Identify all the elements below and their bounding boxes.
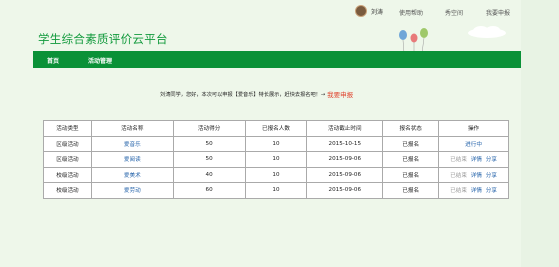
page: 刘涛 使用帮助 秀空间 我要申报 学生综合素质评价云平台 首页 活动管理 刘涛同… (0, 0, 559, 267)
share-link[interactable]: 分享 (486, 157, 497, 163)
cell-status: 已报名 (382, 135, 440, 152)
cell-operations: 进行中 (438, 135, 509, 152)
cell-status: 已报名 (382, 151, 440, 168)
activity-table: 活动类型 活动名称 活动得分 已报名人数 活动截止时间 报名状态 操作 区级活动… (43, 120, 509, 199)
cell-type: 区级活动 (43, 135, 92, 152)
cell-score: 50 (172, 151, 246, 168)
cell-operations: 已结束 详情 分享 (438, 151, 509, 168)
main-nav: 首页 活动管理 (33, 51, 521, 68)
cell-count: 10 (244, 182, 308, 199)
header-activity-type: 活动类型 (43, 120, 92, 137)
activity-name-link[interactable]: 爱阅读 (124, 157, 141, 163)
header-activity-name: 活动名称 (90, 120, 174, 137)
help-link[interactable]: 使用帮助 (399, 8, 423, 17)
cell-score: 50 (172, 135, 246, 152)
table-row: 区级活动 爱音乐 50 10 2015-10-15 已报名 进行中 (43, 135, 509, 152)
activity-name-link[interactable]: 爱音乐 (124, 142, 141, 148)
details-link[interactable]: 详情 (471, 157, 482, 163)
nav-item-activity-management[interactable]: 活动管理 (88, 56, 112, 65)
balloons-icon (399, 28, 428, 54)
ended-label: 已结束 (450, 157, 467, 164)
cell-deadline: 2015-10-15 (306, 135, 384, 152)
user-info[interactable]: 刘涛 (355, 5, 383, 17)
show-space-link[interactable]: 秀空间 (445, 8, 463, 17)
cell-status: 已报名 (382, 166, 440, 183)
cell-type: 校级活动 (43, 182, 92, 199)
header-deadline: 活动截止时间 (306, 120, 384, 137)
user-name[interactable]: 刘涛 (371, 7, 383, 16)
header-activity-score: 活动得分 (172, 120, 246, 137)
cell-score: 60 (172, 182, 246, 199)
cell-score: 40 (172, 166, 246, 183)
in-progress-link[interactable]: 进行中 (465, 142, 482, 148)
apply-now-link[interactable]: 我要申报 (327, 89, 353, 99)
details-link[interactable]: 详情 (471, 188, 482, 194)
page-title: 学生综合素质评价云平台 (38, 32, 168, 46)
cell-type: 区级活动 (43, 151, 92, 168)
header-registration-status: 报名状态 (382, 120, 440, 137)
cell-deadline: 2015-09-06 (306, 151, 384, 168)
table-row: 区级活动 爱阅读 50 10 2015-09-06 已报名 已结束 详情 分享 (43, 151, 509, 168)
table-header-row: 活动类型 活动名称 活动得分 已报名人数 活动截止时间 报名状态 操作 (43, 120, 509, 137)
cell-count: 10 (244, 135, 308, 152)
notice-text: 刘涛同学，您好，本次可以申报【爱音乐】特长展示，赶快去报名吧！→ (160, 91, 326, 98)
top-bar: 刘涛 使用帮助 秀空间 我要申报 (0, 0, 559, 22)
activity-name-link[interactable]: 爱劳动 (124, 188, 141, 194)
apply-link[interactable]: 我要申报 (486, 8, 510, 17)
cell-operations: 已结束 详情 分享 (438, 182, 509, 199)
share-link[interactable]: 分享 (486, 188, 497, 194)
cell-deadline: 2015-09-06 (306, 166, 384, 183)
avatar[interactable] (355, 5, 367, 17)
cell-status: 已报名 (382, 182, 440, 199)
cell-deadline: 2015-09-06 (306, 182, 384, 199)
header-operations: 操作 (438, 120, 509, 137)
cell-type: 校级活动 (43, 166, 92, 183)
ended-label: 已结束 (450, 188, 467, 195)
cell-count: 10 (244, 166, 308, 183)
activity-name-link[interactable]: 爱美术 (124, 173, 141, 179)
nav-item-home[interactable]: 首页 (47, 56, 59, 65)
details-link[interactable]: 详情 (471, 173, 482, 179)
header-registered-count: 已报名人数 (244, 120, 308, 137)
cell-operations: 已结束 详情 分享 (438, 166, 509, 183)
table-row: 校级活动 爱劳动 60 10 2015-09-06 已报名 已结束 详情 分享 (43, 182, 509, 199)
share-link[interactable]: 分享 (486, 173, 497, 179)
cell-count: 10 (244, 151, 308, 168)
cloud-icon (468, 26, 506, 38)
notice-bar: 刘涛同学，您好，本次可以申报【爱音乐】特长展示，赶快去报名吧！→ 我要申报 (160, 89, 353, 99)
ended-label: 已结束 (450, 172, 467, 179)
table-row: 校级活动 爱美术 40 10 2015-09-06 已报名 已结束 详情 分享 (43, 166, 509, 183)
